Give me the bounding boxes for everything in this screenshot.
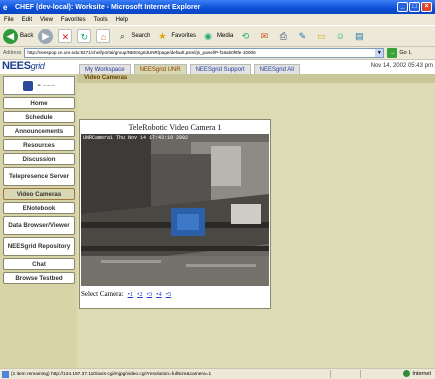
messenger-icon[interactable]: ☺ xyxy=(333,29,347,43)
back-label: Back xyxy=(20,33,34,39)
portal-header: NEESgrid My Workspace NEESgrid UNR NEESg… xyxy=(0,60,435,74)
menu-view[interactable]: View xyxy=(40,17,53,23)
refresh-icon[interactable]: ↻ xyxy=(77,29,92,43)
camera-link-2[interactable]: •2 xyxy=(137,291,143,298)
address-label: Address xyxy=(3,50,22,56)
browser-toolbar: ◀ Back ▶ ✕ ↻ ⌂ ⌕ Search ★ Favorites ◉ Me… xyxy=(0,25,435,47)
page-loading-icon xyxy=(2,370,9,378)
maximize-button[interactable]: □ xyxy=(409,2,420,12)
camera-link-2-text: 2 xyxy=(139,291,143,298)
menu-favorites[interactable]: Favorites xyxy=(61,17,86,23)
media-label: Media xyxy=(217,33,234,39)
menu-bar: File Edit View Favorites Tools Help xyxy=(0,14,435,25)
mail-icon[interactable]: ✉ xyxy=(257,29,271,43)
security-zone: Internet xyxy=(403,370,431,377)
logo-text: NEES xyxy=(2,60,31,72)
tab-my-workspace[interactable]: My Workspace xyxy=(79,64,131,74)
tab-neesgrid-support[interactable]: NEESgrid Support xyxy=(189,64,251,74)
sidebar-item-telepresence-server[interactable]: Telepresence Server xyxy=(3,167,75,186)
camera-link-4-text: 4 xyxy=(158,291,162,298)
web-page: NEESgrid My Workspace NEESgrid UNR NEESg… xyxy=(0,60,435,368)
favorites-label: Favorites xyxy=(171,33,197,39)
camera-video-feed: UNRCamera1 Thu Nov 14 17:43:19 2002 xyxy=(81,134,269,286)
sidebar-item-resources[interactable]: Resources xyxy=(3,139,75,151)
camera-link-5-text: 5 xyxy=(167,291,172,298)
camera-link-3-text: 3 xyxy=(148,291,153,298)
forward-button[interactable]: ▶ xyxy=(38,28,54,44)
select-camera-label: Select Camera: xyxy=(81,290,124,298)
address-bar: Address http://neespop.ce.unr.edu:9271/c… xyxy=(0,47,435,60)
history-icon[interactable]: ⟲ xyxy=(238,29,252,43)
camera-link-4[interactable]: •4 xyxy=(156,291,162,298)
favorites-button[interactable]: ★ Favorites xyxy=(155,29,196,43)
chevron-down-icon[interactable]: ▼ xyxy=(375,49,384,57)
site-logo-icon xyxy=(22,80,33,91)
search-icon: ⌕ xyxy=(119,31,125,41)
signature-icon: ✒ ~~~ xyxy=(36,82,56,89)
zone-label: Internet xyxy=(412,370,431,377)
sidebar-item-neesgrid-repository[interactable]: NEESgrid Repository xyxy=(3,237,75,256)
back-button[interactable]: ◀ Back xyxy=(3,28,34,44)
status-text: (1 item remaining) http://134.197.37.110… xyxy=(11,371,212,377)
folder-icon[interactable]: ▭ xyxy=(314,29,328,43)
sidebar: ✒ ~~~ Home Schedule Announcements Resour… xyxy=(0,74,77,368)
edit-icon[interactable]: ✎ xyxy=(295,29,309,43)
current-date: Nov 14, 2002 05:43 pm xyxy=(370,63,433,69)
sidebar-item-enotebook[interactable]: ENotebook xyxy=(3,202,75,214)
sidebar-item-home[interactable]: Home xyxy=(3,97,75,109)
links-button[interactable]: L xyxy=(409,50,412,56)
camera-link-1[interactable]: •1 xyxy=(128,291,134,298)
menu-help[interactable]: Help xyxy=(116,17,128,23)
camera-selector: Select Camera: •1 •2 •3 •4 •5 xyxy=(81,290,171,298)
site-logo: ✒ ~~~ xyxy=(3,76,75,95)
go-arrow-icon[interactable]: → xyxy=(387,48,398,58)
media-button[interactable]: ◉ Media xyxy=(201,29,233,43)
discuss-icon[interactable]: ▤ xyxy=(352,29,366,43)
close-button[interactable]: × xyxy=(421,2,432,12)
menu-file[interactable]: File xyxy=(4,17,14,23)
status-bar: (1 item remaining) http://134.197.37.110… xyxy=(0,368,435,379)
print-icon[interactable]: ⎙ xyxy=(276,29,290,43)
sidebar-item-video-cameras[interactable]: Video Cameras xyxy=(3,188,75,200)
tab-neesgrid-unr[interactable]: NEESgrid UNR xyxy=(133,64,187,74)
star-icon: ★ xyxy=(158,31,167,41)
camera-title: TeleRobotic Video Camera 1 xyxy=(128,123,222,132)
sidebar-item-data-browser[interactable]: Data Browser/Viewer xyxy=(3,216,75,235)
search-label: Search xyxy=(131,33,151,39)
go-button[interactable]: Go xyxy=(399,50,406,56)
sidebar-item-schedule[interactable]: Schedule xyxy=(3,111,75,123)
media-icon: ◉ xyxy=(204,31,212,41)
menu-tools[interactable]: Tools xyxy=(94,17,108,23)
neesgrid-logo: NEESgrid xyxy=(2,60,76,74)
menu-edit[interactable]: Edit xyxy=(22,17,32,23)
tab-neesgrid-all[interactable]: NEESgrid All xyxy=(253,64,300,74)
sidebar-item-chat[interactable]: Chat xyxy=(3,258,75,270)
url-text: http://neespop.ce.unr.edu:9271/chef/port… xyxy=(27,50,256,55)
search-button[interactable]: ⌕ Search xyxy=(115,29,151,43)
portal-tabs: My Workspace NEESgrid UNR NEESgrid Suppo… xyxy=(79,64,300,74)
camera-image xyxy=(81,134,269,286)
camera-link-5[interactable]: •5 xyxy=(166,291,172,298)
logo-grid: grid xyxy=(30,61,45,71)
camera-link-1-text: 1 xyxy=(129,291,134,298)
globe-icon xyxy=(403,370,411,377)
url-input[interactable]: http://neespop.ce.unr.edu:9271/chef/port… xyxy=(24,48,385,58)
page-title: Video Cameras xyxy=(77,74,435,83)
minimize-button[interactable]: _ xyxy=(397,2,408,12)
sidebar-item-discussion[interactable]: Discussion xyxy=(3,153,75,165)
home-icon[interactable]: ⌂ xyxy=(96,29,111,43)
camera-link-3[interactable]: •3 xyxy=(147,291,153,298)
stop-icon[interactable]: ✕ xyxy=(58,29,73,43)
status-divider xyxy=(330,370,331,378)
sidebar-item-browse-testbed[interactable]: Browse Testbed xyxy=(3,272,75,284)
ie-icon: e xyxy=(3,2,8,12)
sidebar-item-announcements[interactable]: Announcements xyxy=(3,125,75,137)
back-arrow-icon: ◀ xyxy=(3,28,18,44)
window-title-bar: e CHEF (dev-local): Worksite - Microsoft… xyxy=(0,0,435,14)
camera-panel: TeleRobotic Video Camera 1 UNRCamera1 Th… xyxy=(79,119,271,309)
window-title: CHEF (dev-local): Worksite - Microsoft I… xyxy=(15,3,201,11)
camera-timestamp: UNRCamera1 Thu Nov 14 17:43:19 2002 xyxy=(83,135,189,141)
status-divider xyxy=(360,370,361,378)
